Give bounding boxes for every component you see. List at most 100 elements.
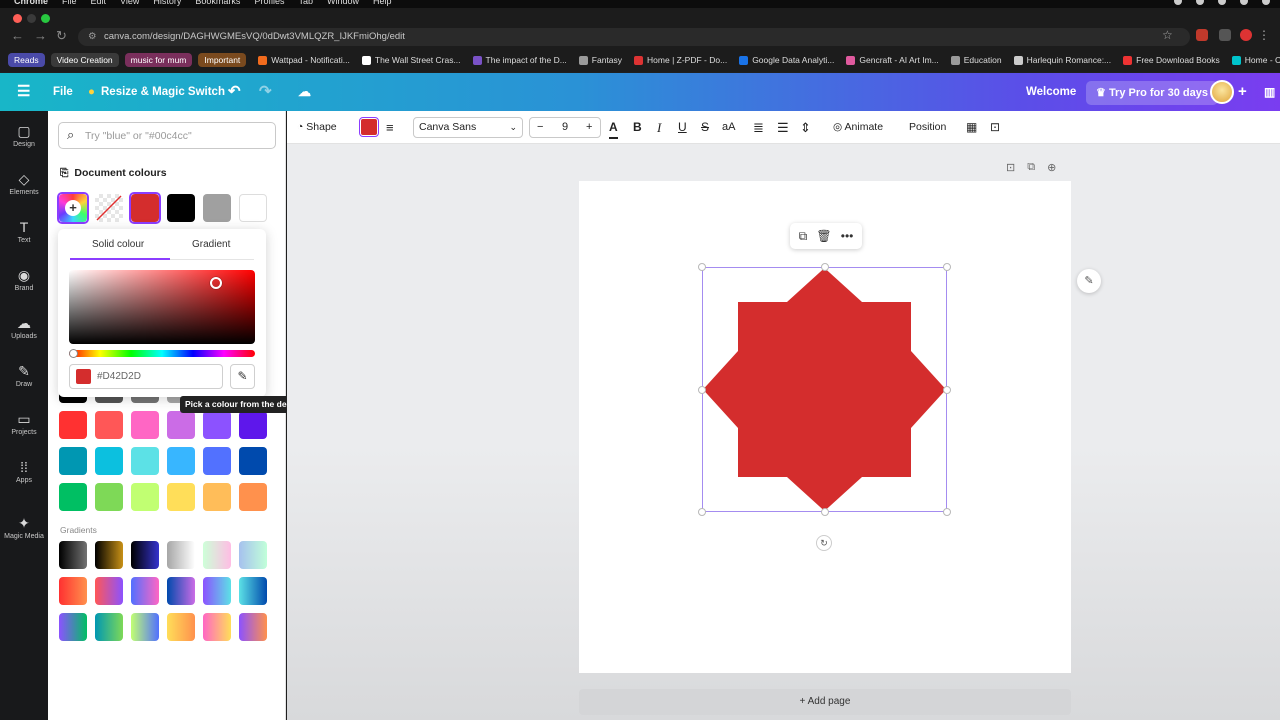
gradient-swatch[interactable] bbox=[203, 541, 231, 569]
bookmark-chip[interactable]: Reads bbox=[8, 53, 45, 67]
fill-colour-button[interactable] bbox=[359, 117, 379, 137]
text-colour-icon[interactable]: A bbox=[609, 116, 618, 139]
gradient-swatch[interactable] bbox=[59, 541, 87, 569]
animate-button[interactable]: ◎ Animate bbox=[833, 111, 883, 144]
gradient-swatch[interactable] bbox=[95, 613, 123, 641]
default-colour-swatch[interactable] bbox=[95, 411, 123, 439]
hex-input[interactable]: #D42D2D bbox=[69, 364, 223, 389]
close-window-button[interactable] bbox=[13, 14, 22, 23]
more-options-icon[interactable]: ••• bbox=[841, 229, 854, 243]
rail-item-uploads[interactable]: ☁ Uploads bbox=[0, 315, 48, 340]
add-colour-button[interactable] bbox=[59, 194, 87, 222]
transparency-icon[interactable]: ▦ bbox=[966, 111, 977, 144]
font-size-value[interactable]: 9 bbox=[562, 121, 568, 133]
bookmark-item[interactable]: Free Download Books bbox=[1123, 55, 1220, 65]
menubar-item[interactable]: Edit bbox=[91, 0, 107, 6]
gradient-swatch[interactable] bbox=[239, 541, 267, 569]
resize-handle[interactable] bbox=[943, 508, 951, 516]
menubar-item[interactable]: View bbox=[120, 0, 139, 6]
bold-icon[interactable]: B bbox=[633, 111, 642, 144]
undo-icon[interactable]: ↶ bbox=[228, 73, 241, 111]
document-colour-swatch[interactable] bbox=[239, 194, 267, 222]
menu-icon[interactable]: ⋮ bbox=[1258, 28, 1270, 42]
hamburger-menu-icon[interactable]: ☰ bbox=[17, 73, 30, 111]
add-comment-icon[interactable]: ✎ bbox=[1077, 269, 1101, 293]
add-page-icon[interactable]: ⊕ bbox=[1047, 161, 1056, 174]
rail-item-draw[interactable]: ✎ Draw bbox=[0, 363, 48, 388]
resize-magic-switch-button[interactable]: Resize & Magic Switch bbox=[101, 73, 225, 111]
border-style-icon[interactable]: ≡ bbox=[386, 111, 394, 144]
bookmark-item[interactable]: Education bbox=[950, 55, 1002, 65]
default-colour-swatch[interactable] bbox=[131, 411, 159, 439]
rail-item-design[interactable]: ▢ Design bbox=[0, 123, 48, 148]
forward-icon[interactable]: → bbox=[34, 28, 47, 43]
resize-handle[interactable] bbox=[698, 386, 706, 394]
bookmark-item[interactable]: The impact of the D... bbox=[472, 55, 567, 65]
gradient-swatch[interactable] bbox=[131, 613, 159, 641]
zoom-window-button[interactable] bbox=[41, 14, 50, 23]
gradient-swatch[interactable] bbox=[167, 577, 195, 605]
gradient-swatch[interactable] bbox=[203, 613, 231, 641]
rail-item-brand[interactable]: ◉ Brand bbox=[0, 267, 48, 292]
gradient-swatch[interactable] bbox=[203, 577, 231, 605]
rail-item-text[interactable]: T Text bbox=[0, 219, 48, 244]
bookmark-item[interactable]: Harlequin Romance:... bbox=[1013, 55, 1111, 65]
avatar[interactable] bbox=[1210, 80, 1234, 104]
menubar-item[interactable]: Profiles bbox=[254, 0, 284, 6]
gradient-swatch[interactable] bbox=[167, 613, 195, 641]
file-menu[interactable]: File bbox=[53, 73, 73, 111]
rail-item-apps[interactable]: ⁞⁞ Apps bbox=[0, 459, 48, 484]
rail-item-elements[interactable]: ◇ Elements bbox=[0, 171, 48, 196]
add-collaborator-icon[interactable]: + bbox=[1238, 73, 1247, 111]
spacing-icon[interactable]: ⇕ bbox=[800, 111, 811, 144]
eyedropper-button[interactable]: ✎ bbox=[230, 364, 255, 389]
resize-handle[interactable] bbox=[698, 508, 706, 516]
default-colour-swatch[interactable] bbox=[167, 483, 195, 511]
menubar-item[interactable]: Window bbox=[327, 0, 359, 6]
minimize-window-button[interactable] bbox=[27, 14, 36, 23]
star-bookmark-icon[interactable]: ☆ bbox=[1162, 28, 1173, 42]
bookmark-item[interactable]: Home - Canva bbox=[1231, 55, 1280, 65]
gradient-swatch[interactable] bbox=[131, 541, 159, 569]
hue-handle[interactable] bbox=[69, 349, 78, 358]
menubar-item[interactable]: Bookmarks bbox=[195, 0, 240, 6]
bookmark-item[interactable]: Wattpad - Notificati... bbox=[258, 55, 350, 65]
align-center-icon[interactable]: ≣ bbox=[753, 111, 764, 144]
position-button[interactable]: Position bbox=[909, 111, 946, 144]
resize-handle[interactable] bbox=[821, 263, 829, 271]
resize-handle[interactable] bbox=[943, 263, 951, 271]
default-colour-swatch[interactable] bbox=[95, 483, 123, 511]
tab-gradient[interactable]: Gradient bbox=[192, 239, 230, 250]
back-icon[interactable]: ← bbox=[11, 28, 24, 43]
reload-icon[interactable]: ↻ bbox=[56, 28, 67, 44]
profile-icon[interactable] bbox=[1240, 29, 1252, 41]
resize-handle[interactable] bbox=[821, 508, 829, 516]
add-page-button[interactable]: + Add page bbox=[579, 689, 1071, 715]
default-colour-swatch[interactable] bbox=[239, 411, 267, 439]
gradient-swatch[interactable] bbox=[239, 613, 267, 641]
underline-icon[interactable]: U bbox=[678, 111, 687, 144]
resize-handle[interactable] bbox=[698, 263, 706, 271]
default-colour-swatch[interactable] bbox=[59, 411, 87, 439]
default-colour-swatch[interactable] bbox=[167, 447, 195, 475]
bookmark-chip[interactable]: music for mum bbox=[124, 53, 193, 67]
gradient-swatch[interactable] bbox=[59, 613, 87, 641]
menubar-item[interactable]: Chrome bbox=[14, 0, 48, 6]
rail-item-projects[interactable]: ▭ Projects bbox=[0, 411, 48, 436]
document-colour-swatch[interactable] bbox=[167, 194, 195, 222]
saturation-handle[interactable] bbox=[210, 277, 222, 289]
font-selector[interactable]: Canva Sans ⌄ bbox=[413, 117, 523, 138]
default-colour-swatch[interactable] bbox=[95, 447, 123, 475]
address-bar[interactable]: ⚙ canva.com/design/DAGHWGMEsVQ/0dDwt3VML… bbox=[78, 28, 1190, 46]
bookmark-item[interactable]: Home | Z-PDF - Do... bbox=[634, 55, 727, 65]
bookmark-item[interactable]: The Wall Street Cras... bbox=[361, 55, 461, 65]
hue-slider[interactable] bbox=[69, 350, 255, 357]
saturation-picker[interactable] bbox=[69, 270, 255, 344]
gradient-swatch[interactable] bbox=[131, 577, 159, 605]
default-colour-swatch[interactable] bbox=[131, 483, 159, 511]
default-colour-swatch[interactable] bbox=[203, 447, 231, 475]
gradient-swatch[interactable] bbox=[239, 577, 267, 605]
try-pro-button[interactable]: ♛ Try Pro for 30 days bbox=[1086, 81, 1218, 105]
delete-icon[interactable]: 🗑 bbox=[816, 229, 831, 243]
resize-handle[interactable] bbox=[943, 386, 951, 394]
